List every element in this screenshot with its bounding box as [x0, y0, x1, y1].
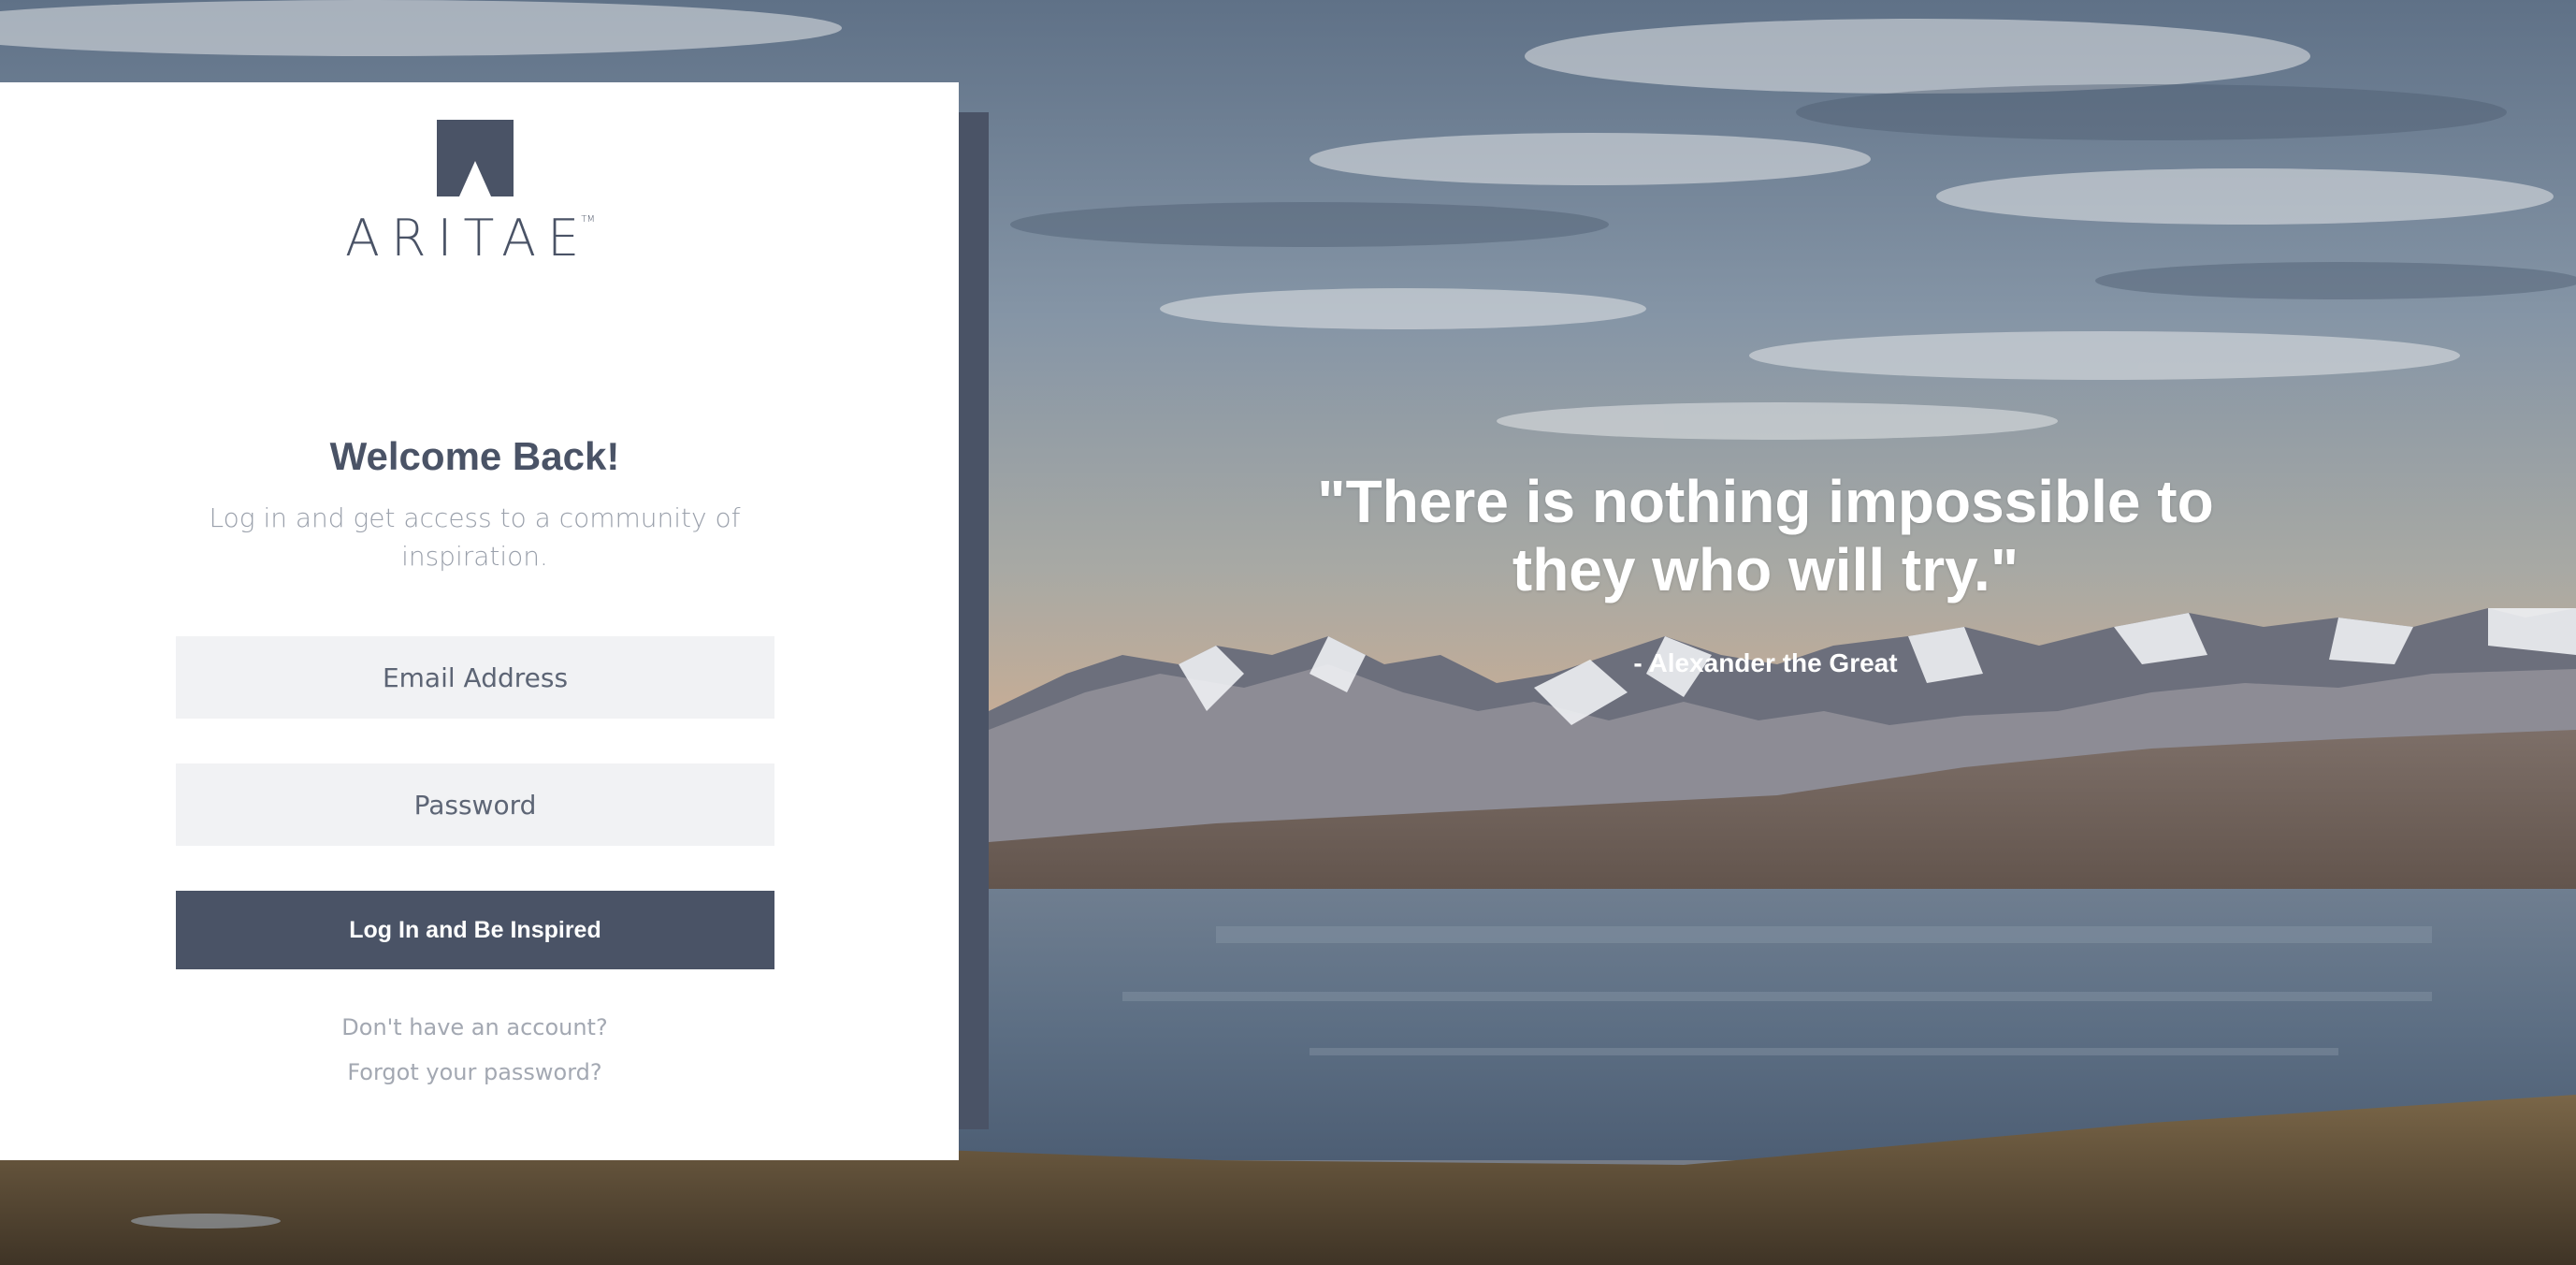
password-field[interactable] — [176, 763, 774, 846]
welcome-heading: Welcome Back! — [329, 434, 620, 478]
forgot-password-link[interactable]: Forgot your password? — [0, 1059, 949, 1085]
welcome-subtitle: Log in and get access to a community of … — [209, 502, 741, 572]
signup-link[interactable]: Don't have an account? — [0, 1014, 949, 1040]
login-button[interactable]: Log In and Be Inspired — [176, 891, 774, 969]
logo-trademark: TM — [581, 214, 595, 225]
quote-author: - Alexander the Great — [1633, 648, 1898, 677]
quote-text: "There is nothing impossible to they who… — [1317, 468, 2214, 603]
logo-name: ARITAE — [345, 209, 591, 268]
email-field[interactable] — [176, 636, 774, 719]
logo-mark-icon — [436, 120, 514, 196]
brand-logo: ARITAETM — [0, 120, 949, 264]
logo-wordmark: ARITAETM — [0, 213, 949, 264]
